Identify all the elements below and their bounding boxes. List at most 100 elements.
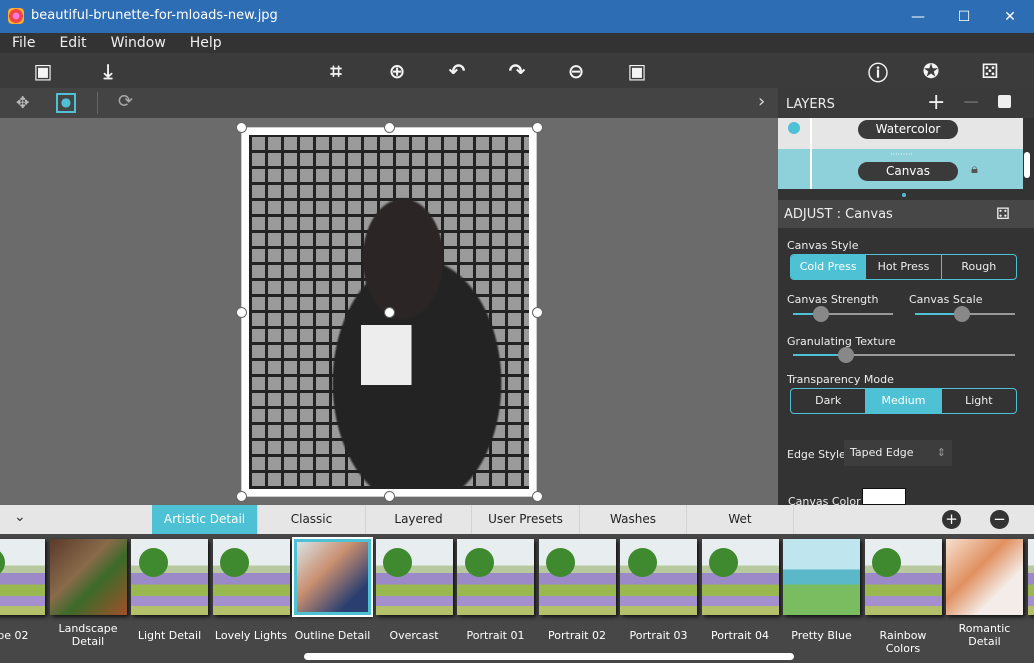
preset-scrollbar[interactable] — [304, 653, 794, 660]
layers-scrollbar[interactable] — [1024, 152, 1030, 178]
transparency-light[interactable]: Light — [942, 389, 1016, 413]
preset-thumbnail[interactable] — [375, 539, 453, 615]
preset-thumbnail[interactable] — [538, 539, 616, 615]
preset-label: Outline Detail — [294, 629, 371, 642]
random-dice-icon[interactable]: ⚄ — [976, 57, 1004, 85]
preset-thumbnail[interactable] — [620, 539, 697, 615]
resize-handle[interactable] — [532, 307, 543, 318]
preset-thumbnail[interactable] — [457, 539, 534, 615]
edge-style-value: Taped Edge — [850, 446, 914, 459]
lock-icon[interactable]: 🔒︎ — [971, 162, 978, 177]
canvas-style-cold-press[interactable]: Cold Press — [791, 255, 867, 279]
resize-handle[interactable] — [236, 122, 247, 133]
select-subject-icon[interactable]: ● — [56, 93, 76, 113]
preset-thumbnail[interactable] — [783, 539, 860, 615]
resize-grip[interactable] — [902, 193, 906, 197]
preset-thumbnail[interactable] — [864, 539, 942, 615]
visibility-dot-icon[interactable] — [788, 122, 800, 134]
minimize-button[interactable]: — — [895, 0, 941, 33]
granulating-texture-slider[interactable] — [793, 347, 1015, 363]
resize-handle[interactable] — [236, 307, 247, 318]
preset-label: Landscape Detail — [58, 622, 118, 648]
preset-thumbnail[interactable] — [0, 539, 45, 615]
preset-label: Portrait 03 — [629, 629, 688, 642]
preset-tabs-bar: ⌄ Artistic Detail Classic Layered User P… — [0, 505, 1034, 534]
canvas-scale-label: Canvas Scale — [909, 293, 983, 306]
tab-layered[interactable]: Layered — [366, 505, 472, 534]
zoom-in-icon[interactable]: ⊕ — [383, 57, 411, 85]
canvas-color-swatch[interactable] — [862, 488, 906, 505]
resize-handle[interactable] — [532, 122, 543, 133]
tab-user-presets[interactable]: User Presets — [472, 505, 580, 534]
rotate-icon[interactable]: ⟳ — [118, 91, 133, 112]
canvas-scale-slider[interactable] — [915, 306, 1015, 322]
title-bar: beautiful-brunette-for-mloads-new.jpg — … — [0, 0, 1034, 33]
tab-wet[interactable]: Wet — [687, 505, 794, 534]
canvas-style-hot-press[interactable]: Hot Press — [866, 255, 942, 279]
redo-icon[interactable]: ↷ — [503, 57, 531, 85]
crop-icon[interactable]: ⌗ — [322, 57, 350, 85]
window-title: beautiful-brunette-for-mloads-new.jpg — [31, 8, 278, 23]
preset-strip: cape 02 Landscape Detail Light Detail Lovel… — [0, 534, 1034, 663]
adjust-title: ADJUST : Canvas — [784, 207, 893, 222]
randomize-icon[interactable]: ⚃ — [996, 204, 1010, 223]
canvas-style-label: Canvas Style — [787, 239, 859, 252]
transparency-dark[interactable]: Dark — [791, 389, 867, 413]
settings-icon[interactable]: ✪ — [917, 57, 945, 85]
preset-label: Portrait 02 — [548, 629, 606, 642]
adjust-header: ADJUST : Canvas ⚃ — [778, 200, 1034, 228]
maximize-button[interactable]: ☐ — [941, 0, 987, 33]
preset-thumbnail[interactable] — [1027, 539, 1034, 615]
canvas-strength-label: Canvas Strength — [787, 293, 879, 306]
chevron-right-icon[interactable]: › — [758, 91, 765, 112]
canvas-style-rough[interactable]: Rough — [942, 255, 1016, 279]
remove-preset-button[interactable]: − — [990, 510, 1009, 529]
fit-image-icon[interactable]: ▣ — [623, 57, 651, 85]
updown-icon: ⇕ — [936, 446, 946, 459]
zoom-out-icon[interactable]: ⊖ — [562, 57, 590, 85]
canvas-toolbar: ✥ ● ⟳ › — [0, 88, 778, 118]
transparency-mode-label: Transparency Mode — [787, 373, 894, 386]
preset-thumbnail[interactable] — [212, 539, 290, 615]
edge-style-select[interactable]: Taped Edge ⇕ — [844, 440, 952, 466]
undo-icon[interactable]: ↶ — [443, 57, 471, 85]
open-image-icon[interactable]: ▣ — [29, 57, 57, 85]
duplicate-layer-icon[interactable] — [998, 95, 1011, 108]
canvas-strength-slider[interactable] — [793, 306, 893, 322]
layer-row-watercolor[interactable]: Watercolor — [778, 118, 1023, 149]
resize-handle[interactable] — [532, 491, 543, 502]
resize-handle[interactable] — [384, 122, 395, 133]
add-layer-button[interactable]: + — [927, 90, 945, 115]
preset-label: Overcast — [389, 629, 439, 642]
close-button[interactable]: ✕ — [987, 0, 1033, 33]
menu-edit[interactable]: Edit — [47, 33, 98, 53]
tab-artistic-detail[interactable]: Artistic Detail — [152, 505, 258, 534]
preset-label: Light Detail — [137, 629, 202, 642]
chevron-down-icon[interactable]: ⌄ — [14, 509, 26, 525]
move-icon[interactable]: ✥ — [16, 93, 29, 112]
layers-title: LAYERS — [786, 97, 835, 112]
menu-file[interactable]: File — [0, 33, 47, 53]
tab-classic[interactable]: Classic — [258, 505, 366, 534]
resize-handle[interactable] — [384, 307, 395, 318]
preset-label: Pretty Blue — [791, 629, 852, 642]
preset-label: Lovely Lights — [214, 629, 288, 642]
preset-thumbnail[interactable] — [49, 539, 127, 615]
remove-layer-button[interactable]: − — [962, 90, 980, 115]
layer-row-canvas[interactable]: ········· Canvas 🔒︎ — [778, 149, 1023, 189]
add-preset-button[interactable]: + — [942, 510, 961, 529]
preset-thumbnail[interactable] — [946, 539, 1023, 615]
resize-handle[interactable] — [384, 491, 395, 502]
layer-name: Watercolor — [858, 120, 958, 139]
save-icon[interactable]: ⤓ — [94, 57, 122, 85]
preset-thumbnail[interactable] — [131, 539, 208, 615]
transparency-medium[interactable]: Medium — [866, 389, 942, 413]
preset-thumbnail[interactable] — [701, 539, 779, 615]
menu-help[interactable]: Help — [178, 33, 234, 53]
preset-thumbnail[interactable] — [292, 537, 373, 617]
menu-window[interactable]: Window — [99, 33, 178, 53]
tab-washes[interactable]: Washes — [580, 505, 687, 534]
resize-handle[interactable] — [236, 491, 247, 502]
info-icon[interactable]: ⓘ — [864, 57, 892, 85]
preset-label: cape 02 — [0, 629, 29, 642]
